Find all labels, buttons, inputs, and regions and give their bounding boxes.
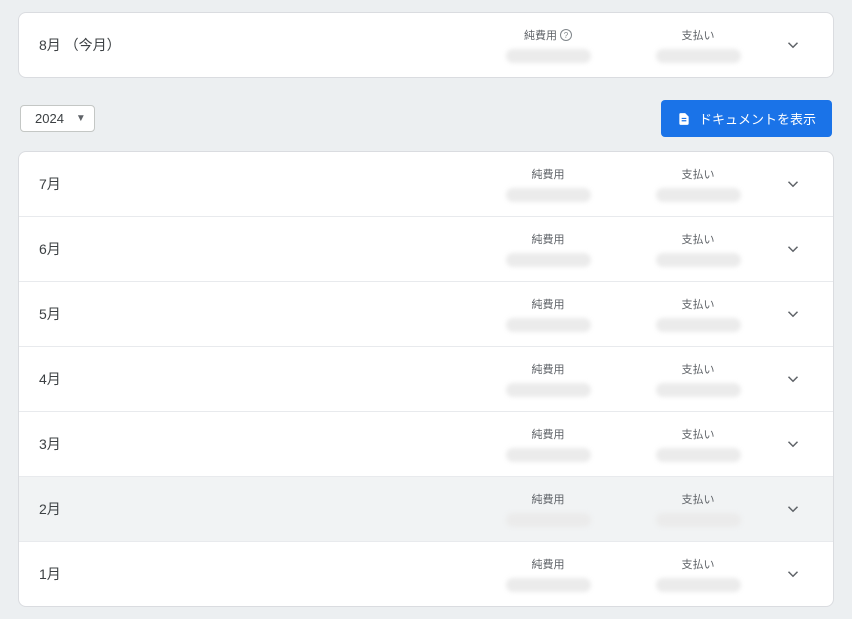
- payment-value-blurred: [656, 188, 741, 202]
- month-row[interactable]: 1月 純費用 支払い: [19, 542, 833, 606]
- cost-label-wrap: 純費用 ?: [524, 27, 572, 43]
- help-icon[interactable]: ?: [560, 29, 572, 41]
- payment-column: 支払い: [623, 27, 773, 63]
- payment-column: 支払い: [623, 296, 773, 332]
- cost-value-blurred: [506, 318, 591, 332]
- payment-label: 支払い: [682, 27, 715, 43]
- cost-label: 純費用: [532, 426, 565, 442]
- chevron-down-icon: [784, 370, 802, 388]
- payment-value-blurred: [656, 383, 741, 397]
- current-month-row[interactable]: 8月 （今月） 純費用 ? 支払い: [19, 13, 833, 77]
- cost-label: 純費用: [532, 231, 565, 247]
- expand-cell[interactable]: [773, 500, 813, 518]
- payment-label: 支払い: [682, 166, 715, 182]
- cost-value-blurred: [506, 513, 591, 527]
- expand-cell[interactable]: [773, 370, 813, 388]
- payment-value-blurred: [656, 253, 741, 267]
- payment-value-blurred: [656, 448, 741, 462]
- payment-column: 支払い: [623, 231, 773, 267]
- chevron-down-icon: [784, 435, 802, 453]
- cost-label: 純費用: [532, 166, 565, 182]
- show-documents-button[interactable]: ドキュメントを表示: [661, 100, 832, 137]
- chevron-down-icon: [784, 175, 802, 193]
- month-row[interactable]: 6月 純費用 支払い: [19, 217, 833, 282]
- month-row[interactable]: 7月 純費用 支払い: [19, 152, 833, 217]
- month-row[interactable]: 5月 純費用 支払い: [19, 282, 833, 347]
- cost-label: 純費用: [524, 27, 557, 43]
- cost-label: 純費用: [532, 556, 565, 572]
- chevron-down-icon: [784, 500, 802, 518]
- chevron-down-icon: [784, 240, 802, 258]
- cost-column: 純費用: [473, 296, 623, 332]
- payment-label: 支払い: [682, 361, 715, 377]
- month-label: 6月: [39, 239, 473, 259]
- month-row[interactable]: 3月 純費用 支払い: [19, 412, 833, 477]
- toolbar: 2024 ▼ ドキュメントを表示: [20, 100, 832, 137]
- cost-label: 純費用: [532, 491, 565, 507]
- cost-column: 純費用: [473, 556, 623, 592]
- doc-button-label: ドキュメントを表示: [699, 109, 816, 128]
- cost-value-blurred: [506, 383, 591, 397]
- month-label: 2月: [39, 499, 473, 519]
- payment-column: 支払い: [623, 426, 773, 462]
- cost-column: 純費用: [473, 361, 623, 397]
- cost-label: 純費用: [532, 361, 565, 377]
- payment-label: 支払い: [682, 426, 715, 442]
- year-value: 2024: [35, 111, 64, 126]
- payment-value-blurred: [656, 318, 741, 332]
- cost-column: 純費用: [473, 231, 623, 267]
- chevron-down-icon: [784, 305, 802, 323]
- month-label: 8月 （今月）: [39, 35, 473, 55]
- months-list-card: 7月純費用支払い6月純費用支払い5月純費用支払い4月純費用支払い3月純費用支払い…: [18, 151, 834, 607]
- dropdown-triangle-icon: ▼: [76, 113, 86, 124]
- payment-label: 支払い: [682, 296, 715, 312]
- month-label: 1月: [39, 564, 473, 584]
- cost-label: 純費用: [532, 296, 565, 312]
- payment-label: 支払い: [682, 231, 715, 247]
- month-row[interactable]: 4月 純費用 支払い: [19, 347, 833, 412]
- cost-column: 純費用: [473, 166, 623, 202]
- month-label: 7月: [39, 174, 473, 194]
- expand-cell[interactable]: [773, 435, 813, 453]
- cost-column: 純費用 ?: [473, 27, 623, 63]
- cost-value-blurred: [506, 253, 591, 267]
- expand-cell[interactable]: [773, 565, 813, 583]
- payment-column: 支払い: [623, 491, 773, 527]
- chevron-down-icon: [784, 565, 802, 583]
- payment-label: 支払い: [682, 491, 715, 507]
- cost-value-blurred: [506, 448, 591, 462]
- current-month-card[interactable]: 8月 （今月） 純費用 ? 支払い: [18, 12, 834, 78]
- expand-cell[interactable]: [773, 240, 813, 258]
- expand-cell[interactable]: [773, 175, 813, 193]
- chevron-down-icon: [784, 36, 802, 54]
- payment-column: 支払い: [623, 361, 773, 397]
- month-label: 4月: [39, 369, 473, 389]
- month-label: 5月: [39, 304, 473, 324]
- month-row[interactable]: 2月 純費用 支払い: [19, 477, 833, 542]
- cost-value-blurred: [506, 49, 591, 63]
- expand-cell[interactable]: [773, 36, 813, 54]
- payment-label: 支払い: [682, 556, 715, 572]
- month-label: 3月: [39, 434, 473, 454]
- cost-value-blurred: [506, 578, 591, 592]
- cost-column: 純費用: [473, 491, 623, 527]
- cost-value-blurred: [506, 188, 591, 202]
- expand-cell[interactable]: [773, 305, 813, 323]
- payment-value-blurred: [656, 578, 741, 592]
- payment-value-blurred: [656, 49, 741, 63]
- cost-column: 純費用: [473, 426, 623, 462]
- payment-value-blurred: [656, 513, 741, 527]
- year-select[interactable]: 2024 ▼: [20, 105, 95, 132]
- payment-column: 支払い: [623, 166, 773, 202]
- payment-column: 支払い: [623, 556, 773, 592]
- document-icon: [677, 112, 691, 126]
